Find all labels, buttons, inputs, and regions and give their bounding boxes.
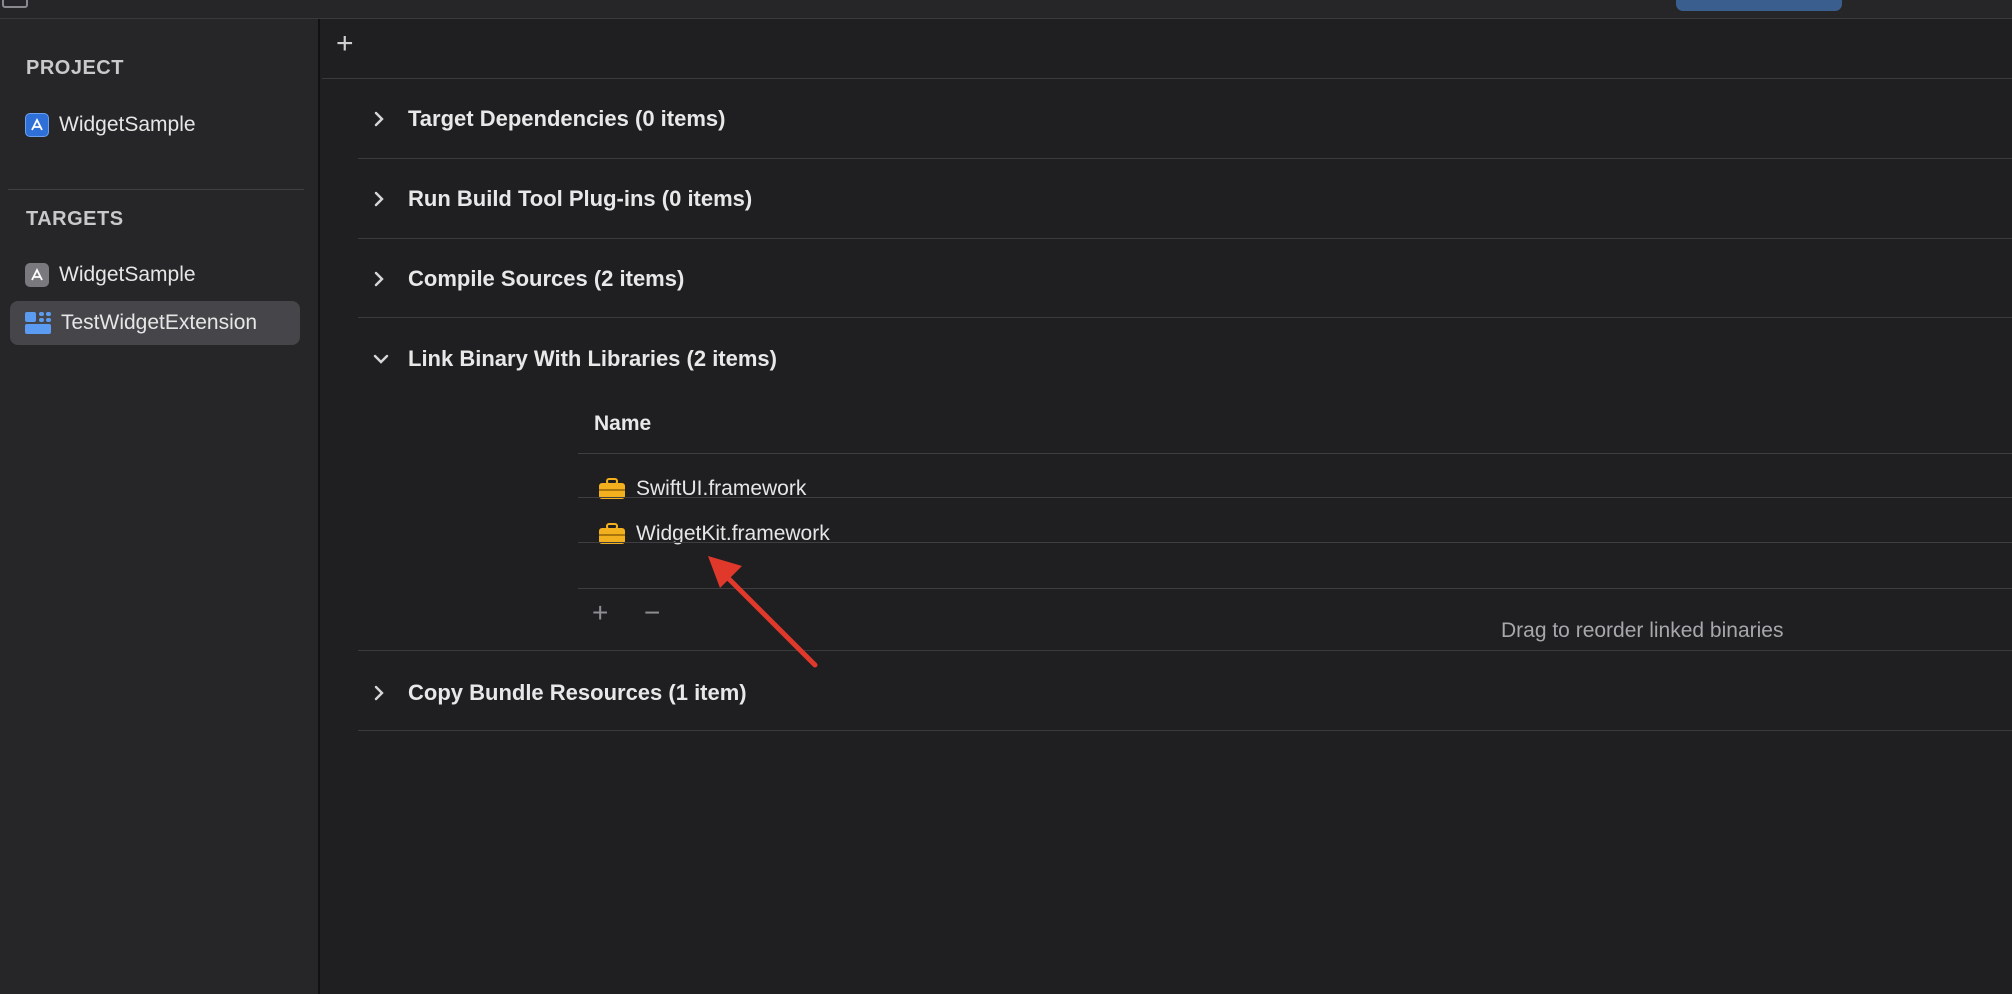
phase-copy-bundle-resources[interactable]: Copy Bundle Resources (1 item) [372,680,747,706]
window-icon [2,0,28,8]
phase-label: Run Build Tool Plug-ins (0 items) [408,186,753,211]
sidebar-item-label: TestWidgetExtension [61,311,258,334]
chevron-right-icon[interactable] [372,270,398,288]
chevron-right-icon[interactable] [372,110,398,128]
phase-run-build-tool-plugins[interactable]: Run Build Tool Plug-ins (0 items) [372,186,752,212]
reorder-hint: Drag to reorder linked binaries [1501,619,1784,642]
window-toolbar [0,0,2012,19]
targets-section-header: TARGETS [26,208,124,230]
phase-label: Copy Bundle Resources (1 item) [408,680,747,705]
build-phases-editor: + Target Dependencies (0 items) Run Buil… [322,19,2012,994]
sidebar-item-project[interactable]: WidgetSample [10,103,300,147]
app-target-icon [25,263,49,287]
phase-label: Link Binary With Libraries (2 items) [408,346,777,371]
project-section-header: PROJECT [26,57,124,79]
sidebar-item-label: WidgetSample [59,263,196,286]
chevron-down-icon[interactable] [372,352,398,366]
phase-compile-sources[interactable]: Compile Sources (2 items) [372,266,684,292]
sidebar-item-widgetsample-target[interactable]: WidgetSample [10,253,300,297]
add-build-phase-button[interactable]: + [336,29,354,59]
phase-label: Compile Sources (2 items) [408,266,685,291]
table-divider [578,453,2012,454]
phase-divider [358,317,2012,318]
phase-divider [358,730,2012,731]
phase-target-dependencies[interactable]: Target Dependencies (0 items) [372,106,725,132]
sidebar-divider [8,189,304,190]
sidebar-item-testwidgetextension-target[interactable]: TestWidgetExtension [10,301,300,345]
widget-extension-icon [25,312,51,334]
table-row-divider [578,542,2012,543]
sidebar-item-label: WidgetSample [59,113,196,136]
phase-divider [358,158,2012,159]
phase-link-binary-with-libraries[interactable]: Link Binary With Libraries (2 items) [372,346,777,372]
phase-divider [358,650,2012,651]
remove-library-button[interactable]: − [644,599,660,627]
toolbar-divider [322,78,2012,79]
phase-divider [358,238,2012,239]
phase-label: Target Dependencies (0 items) [408,106,726,131]
table-footer-divider [578,588,2012,589]
project-navigator-sidebar: PROJECT WidgetSample TARGETS WidgetSampl… [0,19,320,994]
chevron-right-icon[interactable] [372,190,398,208]
app-project-icon [25,113,49,137]
table-row-divider [578,497,2012,498]
toolbar-active-chip[interactable] [1676,0,1842,11]
chevron-right-icon[interactable] [372,684,398,702]
column-header-name[interactable]: Name [594,412,651,436]
add-library-button[interactable]: + [592,599,608,627]
